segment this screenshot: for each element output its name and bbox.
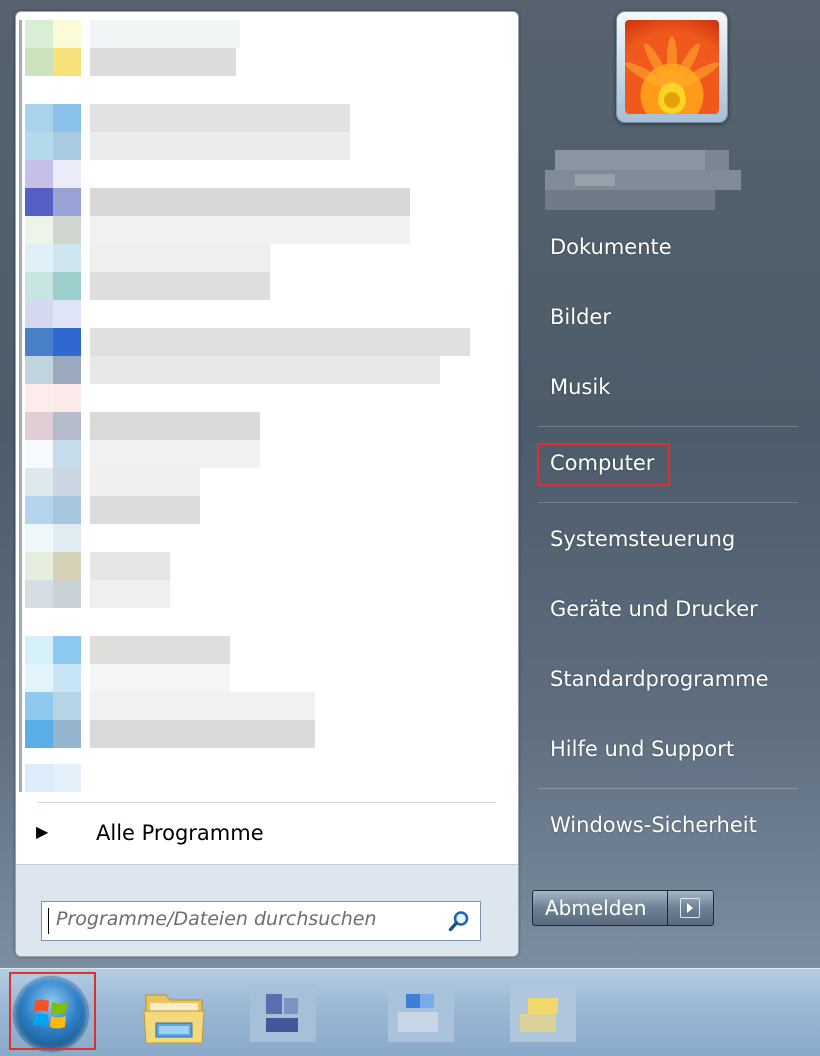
blurred-program-icon — [25, 188, 81, 216]
blurred-program-label — [90, 328, 470, 356]
start-menu-left-pane: ▶ Alle Programme Programme/Dateien durch… — [15, 11, 519, 957]
all-programs-button[interactable]: ▶ Alle Programme — [26, 814, 496, 850]
flower-icon — [625, 36, 719, 114]
blurred-program-icon — [25, 328, 81, 356]
right-item-label: Hilfe und Support — [550, 737, 735, 761]
user-picture-flower — [625, 20, 719, 114]
blurred-program-label — [90, 552, 170, 580]
folder-icon — [143, 994, 205, 1044]
blurred-program-label — [90, 104, 350, 132]
start-menu: ▶ Alle Programme Programme/Dateien durch… — [0, 0, 820, 968]
blurred-app-icon — [388, 984, 454, 1042]
blurred-program-label — [90, 216, 410, 244]
blurred-program-label — [90, 636, 230, 664]
blurred-user-name — [545, 150, 741, 210]
blurred-program-icon — [25, 552, 81, 580]
blurred-taskbar-button[interactable] — [250, 984, 316, 1042]
search-area: Programme/Dateien durchsuchen — [16, 864, 518, 956]
blurred-program-label — [90, 720, 315, 748]
shutdown-options-button[interactable] — [668, 890, 714, 926]
right-item-music[interactable]: Musik — [538, 369, 798, 407]
blurred-taskbar-button[interactable] — [388, 984, 454, 1042]
blurred-program-icon — [25, 20, 81, 48]
right-item-devices-printers[interactable]: Geräte und Drucker — [538, 591, 798, 629]
blurred-program-label — [90, 244, 270, 272]
search-input[interactable]: Programme/Dateien durchsuchen — [41, 901, 481, 941]
right-item-label: Bilder — [550, 305, 611, 329]
blurred-program-label — [90, 580, 170, 608]
blurred-program-icon — [25, 468, 81, 496]
blurred-program-icon — [25, 216, 81, 244]
blurred-program-icon — [25, 412, 81, 440]
blurred-taskbar-button[interactable] — [510, 984, 576, 1042]
blurred-program-label — [90, 48, 236, 76]
right-item-documents[interactable]: Dokumente — [538, 229, 798, 267]
right-item-label: Standardprogramme — [550, 667, 769, 691]
blurred-program-icon — [25, 636, 81, 664]
user-picture[interactable] — [616, 11, 728, 123]
right-item-windows-security[interactable]: Windows-Sicherheit — [538, 807, 798, 845]
blurred-program-label — [90, 468, 200, 496]
right-item-default-programs[interactable]: Standardprogramme — [538, 661, 798, 699]
right-item-control-panel[interactable]: Systemsteuerung — [538, 521, 798, 559]
blurred-app-icon — [510, 984, 576, 1042]
windows-explorer-taskbar-button[interactable] — [136, 983, 212, 1047]
blurred-program-icon — [25, 692, 81, 720]
blurred-program-icon — [25, 720, 81, 748]
search-icon[interactable] — [448, 910, 470, 932]
blurred-program-icon — [25, 48, 81, 76]
right-pane-separator — [538, 788, 798, 789]
right-item-label: Windows-Sicherheit — [550, 813, 757, 837]
blurred-program-icon — [25, 160, 81, 188]
pinned-programs-list — [19, 20, 513, 792]
blurred-program-icon — [25, 580, 81, 608]
blurred-program-icon — [25, 244, 81, 272]
right-item-help-support[interactable]: Hilfe und Support — [538, 731, 798, 769]
blurred-program-label — [90, 412, 260, 440]
blurred-program-label — [90, 440, 260, 468]
right-pane-separator — [538, 502, 798, 503]
text-caret — [48, 908, 49, 934]
blurred-program-label — [90, 496, 200, 524]
blurred-program-icon — [25, 356, 81, 384]
left-pane-separator — [38, 802, 496, 803]
taskbar — [0, 968, 820, 1056]
right-pane-separator — [538, 426, 798, 427]
blurred-program-label — [90, 272, 270, 300]
blurred-program-icon — [25, 384, 81, 412]
blurred-program-icon — [25, 764, 81, 792]
blurred-program-icon — [25, 440, 81, 468]
all-programs-label: Alle Programme — [96, 821, 264, 845]
blurred-program-icon — [25, 104, 81, 132]
blurred-program-icon — [25, 524, 81, 552]
right-item-label: Geräte und Drucker — [550, 597, 758, 621]
blurred-program-label — [90, 664, 230, 692]
arrow-right-icon: ▶ — [36, 822, 49, 841]
blurred-program-label — [90, 692, 315, 720]
blurred-app-icon — [250, 984, 316, 1042]
highlight-box-start-button — [9, 972, 96, 1050]
logoff-label: Abmelden — [545, 896, 647, 920]
blurred-program-label — [90, 132, 350, 160]
user-name-blurred — [545, 148, 741, 212]
right-item-pictures[interactable]: Bilder — [538, 299, 798, 337]
right-item-label: Systemsteuerung — [550, 527, 736, 551]
logoff-button[interactable]: Abmelden — [532, 890, 668, 926]
highlight-box-computer — [537, 443, 670, 486]
search-placeholder: Programme/Dateien durchsuchen — [56, 908, 377, 930]
blurred-program-icon — [25, 272, 81, 300]
right-item-label: Musik — [550, 375, 611, 399]
blurred-program-icon — [25, 496, 81, 524]
blurred-program-icon — [25, 132, 81, 160]
blurred-program-label — [90, 20, 240, 48]
blurred-program-icon — [25, 300, 81, 328]
blurred-program-label — [90, 188, 410, 216]
blurred-program-icon — [25, 664, 81, 692]
programs-list-edge — [19, 20, 22, 792]
arrow-right-icon — [680, 898, 700, 918]
right-item-label: Dokumente — [550, 235, 672, 259]
blurred-program-label — [90, 356, 440, 384]
